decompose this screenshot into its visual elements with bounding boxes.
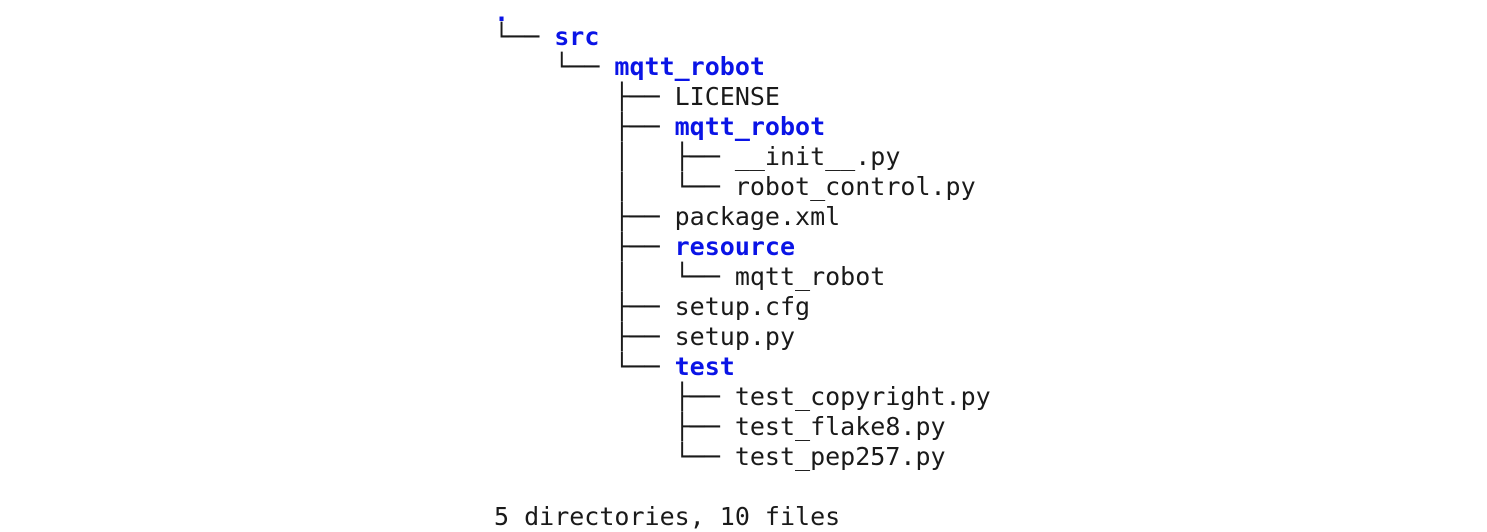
tree-branch: │ └── <box>494 172 735 201</box>
tree-file-row: ├── setup.py <box>494 322 795 352</box>
tree-file-row: │ ├── __init__.py <box>494 142 900 172</box>
file-name: __init__.py <box>734 142 901 171</box>
file-name: setup.py <box>674 322 796 351</box>
tree-file-row: │ └── mqtt_robot <box>494 262 885 292</box>
file-name: robot_control.py <box>734 172 976 201</box>
tree-branch: ├── <box>494 292 675 321</box>
file-name: package.xml <box>674 202 841 231</box>
tree-branch: └── <box>494 442 735 471</box>
tree-summary: 5 directories, 10 files <box>494 502 841 531</box>
tree-file-row: ├── test_flake8.py <box>494 412 946 442</box>
directory-name: test <box>674 352 735 381</box>
file-name: test_pep257.py <box>734 442 946 471</box>
tree-file-row: └── test_pep257.py <box>494 442 946 472</box>
tree-branch: ├── <box>494 322 675 351</box>
directory-name: resource <box>674 232 796 261</box>
tree-directory-row: └── mqtt_robot <box>494 52 765 82</box>
tree-directory-row: └── test <box>494 352 735 382</box>
tree-directory-row: └── src <box>494 22 599 52</box>
file-name: LICENSE <box>674 82 780 111</box>
file-name: test_flake8.py <box>734 412 946 441</box>
tree-branch: └── <box>494 52 615 81</box>
file-name: mqtt_robot <box>734 262 886 291</box>
tree-file-row: ├── test_copyright.py <box>494 382 991 412</box>
file-name: test_copyright.py <box>734 382 991 411</box>
file-name: setup.cfg <box>674 292 811 321</box>
tree-branch: └── <box>494 352 675 381</box>
tree-branch: ├── <box>494 202 675 231</box>
tree-directory-row: ├── resource <box>494 232 795 262</box>
tree-branch: │ └── <box>494 262 735 291</box>
tree-branch: ├── <box>494 82 675 111</box>
tree-branch: ├── <box>494 382 735 411</box>
tree-branch: ├── <box>494 412 735 441</box>
tree-file-row: │ └── robot_control.py <box>494 172 976 202</box>
tree-branch: ├── <box>494 112 675 141</box>
directory-name: mqtt_robot <box>674 112 826 141</box>
tree-branch: │ ├── <box>494 142 735 171</box>
tree-branch: └── <box>494 22 555 51</box>
tree-branch: ├── <box>494 232 675 261</box>
tree-directory-row: ├── mqtt_robot <box>494 112 825 142</box>
tree-file-row: ├── LICENSE <box>494 82 780 112</box>
tree-file-row: ├── package.xml <box>494 202 840 232</box>
directory-name: src <box>554 22 600 51</box>
directory-name: mqtt_robot <box>614 52 765 81</box>
tree-file-row: ├── setup.cfg <box>494 292 810 322</box>
